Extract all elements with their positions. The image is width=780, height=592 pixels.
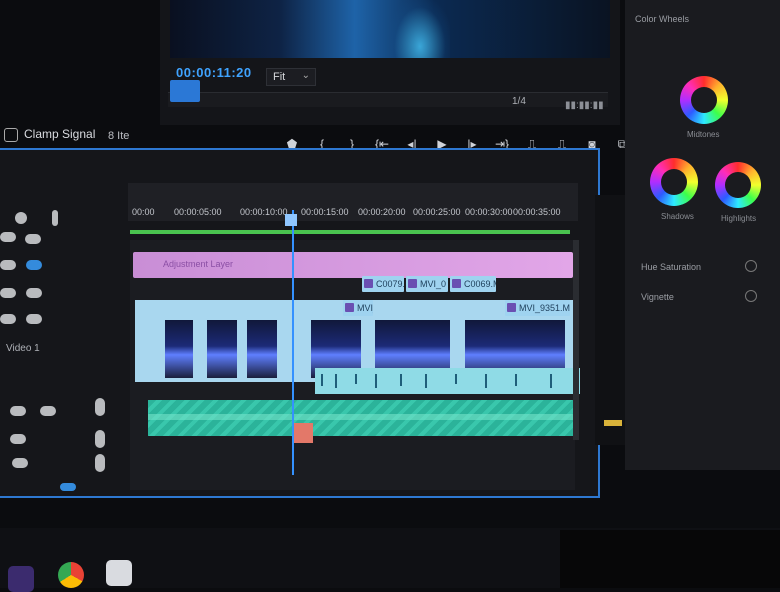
panel-header: Color Wheels bbox=[635, 14, 690, 24]
audio-link-icon[interactable] bbox=[60, 483, 76, 491]
clip-thumbnail bbox=[207, 320, 237, 378]
waveform bbox=[321, 374, 323, 386]
toggle-icon[interactable] bbox=[745, 260, 757, 272]
track-headers: Video 1 bbox=[0, 190, 120, 491]
wheel-label: Shadows bbox=[661, 212, 694, 221]
ruler-tick: 00:00:30:00 bbox=[465, 207, 513, 217]
waveform bbox=[485, 374, 487, 388]
eye-icon[interactable] bbox=[26, 314, 42, 324]
wrench-icon[interactable] bbox=[52, 210, 58, 226]
fx-badge-icon bbox=[452, 279, 461, 288]
waveform bbox=[515, 374, 517, 386]
audio-meter-level bbox=[604, 420, 622, 426]
clip-label: MVI_92 bbox=[357, 303, 373, 313]
clip-thumbnail bbox=[165, 320, 193, 378]
clip-c0069[interactable]: C0069.MP bbox=[450, 276, 496, 292]
playhead-handle[interactable] bbox=[285, 214, 297, 226]
toggle-track-icon[interactable] bbox=[0, 288, 16, 298]
waveform bbox=[355, 374, 357, 384]
clip-label: Adjustment Layer bbox=[163, 259, 234, 269]
waveform bbox=[335, 374, 337, 388]
mic-icon[interactable] bbox=[95, 454, 105, 472]
toggle-icon[interactable] bbox=[745, 290, 757, 302]
audio-meter bbox=[595, 195, 625, 445]
clip-label: MVI_9351.MP4 bbox=[519, 303, 570, 313]
fit-dropdown-label: Fit bbox=[273, 71, 286, 83]
resolution-select[interactable]: 1/4 bbox=[512, 96, 526, 107]
timeline-scrollbar[interactable] bbox=[573, 240, 579, 440]
audio-clip-marker[interactable] bbox=[293, 423, 313, 443]
time-ruler[interactable]: 00:00 00:00:05:00 00:00:10:00 00:00:15:0… bbox=[128, 183, 578, 221]
audio-clip-a2[interactable] bbox=[148, 400, 578, 436]
fx-badge-icon bbox=[364, 279, 373, 288]
pointer-tool-icon[interactable] bbox=[15, 212, 27, 224]
project-panel-title[interactable]: Clamp Signal bbox=[4, 127, 95, 142]
waveform bbox=[455, 374, 457, 384]
mute-icon[interactable] bbox=[10, 434, 26, 444]
eye-icon[interactable] bbox=[26, 288, 42, 298]
ruler-tick: 00:00 bbox=[132, 207, 155, 217]
duration-timecode-icon: ▮▮:▮▮:▮▮ bbox=[565, 100, 604, 111]
toggle-track-icon[interactable] bbox=[0, 314, 16, 324]
chevron-down-icon: ⌄ bbox=[301, 70, 310, 81]
clip-c0079[interactable]: C0079. bbox=[362, 276, 404, 292]
playhead-timecode[interactable]: 00:00:11:20 bbox=[176, 65, 252, 80]
ruler-tick: 00:00:05:00 bbox=[174, 207, 222, 217]
mic-icon[interactable] bbox=[95, 398, 105, 416]
ruler-tick: 00:00:35:00 bbox=[513, 207, 561, 217]
monitor-scrub-bar[interactable] bbox=[168, 92, 608, 107]
ruler-tick: 00:00:25:00 bbox=[413, 207, 461, 217]
fx-badge-icon bbox=[345, 303, 354, 312]
chrome-app-icon[interactable] bbox=[58, 562, 84, 588]
waveform bbox=[550, 374, 552, 388]
premiere-app-icon[interactable] bbox=[8, 566, 34, 592]
clip-label: MVI_0 bbox=[420, 279, 447, 289]
mute-icon[interactable] bbox=[12, 458, 28, 468]
toggle-track-icon[interactable] bbox=[0, 232, 16, 242]
clip-mvi-9351[interactable]: MVI_9351.MP4 bbox=[505, 300, 570, 316]
waveform bbox=[425, 374, 427, 388]
wheel-label: Midtones bbox=[687, 130, 720, 139]
item-count: 8 Ite bbox=[108, 130, 130, 142]
mic-icon[interactable] bbox=[95, 430, 105, 448]
ruler-tick: 00:00:15:00 bbox=[301, 207, 349, 217]
lumetri-color-panel: Color Wheels Midtones Shadows Highlights… bbox=[625, 0, 780, 470]
program-monitor-video bbox=[170, 0, 610, 58]
wheel-label: Highlights bbox=[721, 214, 757, 223]
clip-label: C0069.MP bbox=[464, 279, 496, 289]
shadows-color-wheel[interactable] bbox=[650, 158, 698, 206]
clip-thumbnail bbox=[247, 320, 277, 378]
ruler-tick: 00:00:20:00 bbox=[358, 207, 406, 217]
bin-icon bbox=[4, 127, 18, 142]
playhead-line[interactable] bbox=[292, 210, 294, 475]
mute-icon[interactable] bbox=[10, 406, 26, 416]
highlights-color-wheel[interactable] bbox=[715, 162, 761, 208]
ruler-tick: 00:00:10:00 bbox=[240, 207, 288, 217]
sync-lock-icon[interactable] bbox=[26, 260, 42, 270]
project-title-text: Clamp Signal bbox=[24, 127, 96, 141]
waveform bbox=[400, 374, 402, 386]
adjustment-layer-clip[interactable]: Adjustment Layer bbox=[133, 252, 573, 278]
control-label[interactable]: Hue Saturation bbox=[641, 262, 701, 272]
fx-badge-icon bbox=[507, 303, 516, 312]
audio-clip-a1[interactable] bbox=[315, 368, 580, 394]
work-area-bar[interactable] bbox=[130, 230, 570, 234]
control-label[interactable]: Vignette bbox=[641, 292, 674, 302]
track-label[interactable]: Video 1 bbox=[6, 343, 40, 354]
clip-mvi-0[interactable]: MVI_0 bbox=[406, 276, 448, 292]
file-manager-icon[interactable] bbox=[106, 560, 132, 586]
clip-label: C0079. bbox=[376, 279, 404, 289]
midtones-color-wheel[interactable] bbox=[680, 76, 728, 124]
waveform bbox=[375, 374, 377, 388]
eye-icon[interactable] bbox=[25, 234, 41, 244]
clip-mvi-92[interactable]: MVI_92 bbox=[343, 300, 373, 316]
solo-icon[interactable] bbox=[40, 406, 56, 416]
fit-dropdown[interactable]: Fit ⌄ bbox=[266, 68, 316, 86]
keyboard-edge bbox=[560, 530, 780, 588]
toggle-track-icon[interactable] bbox=[0, 260, 16, 270]
fx-badge-icon bbox=[408, 279, 417, 288]
monitor-playhead-marker[interactable] bbox=[170, 80, 200, 102]
